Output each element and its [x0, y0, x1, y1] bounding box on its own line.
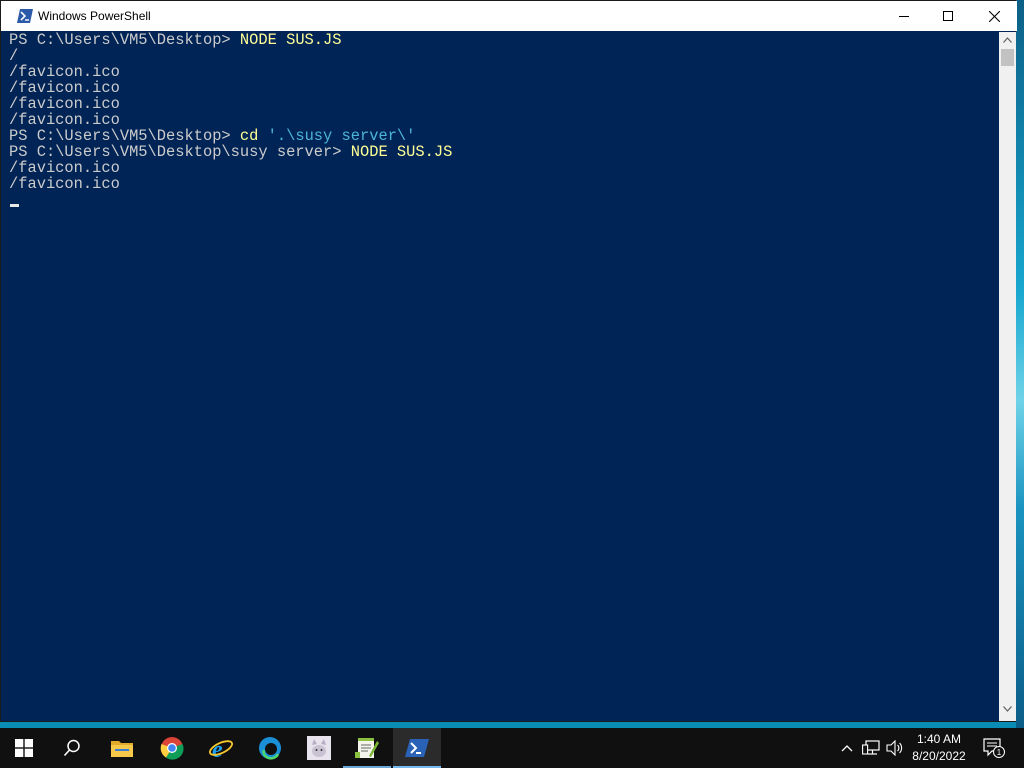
powershell-icon [17, 9, 33, 23]
taskbar: e 1:40 AM 8/20/2022 1 [0, 728, 1024, 768]
close-button[interactable] [971, 1, 1017, 31]
minimize-button[interactable] [881, 1, 927, 31]
speaker-icon [886, 740, 903, 756]
volume-button[interactable] [884, 728, 906, 768]
network-button[interactable] [860, 728, 882, 768]
cat-app-button[interactable] [295, 728, 343, 768]
notification-count: 1 [997, 748, 1002, 757]
powershell-button[interactable] [393, 728, 441, 768]
chrome-button[interactable] [148, 728, 196, 768]
console-line: / [9, 48, 997, 64]
desktop-background [1016, 0, 1024, 728]
start-button[interactable] [0, 728, 48, 768]
clock-time: 1:40 AM [916, 732, 962, 746]
command-text: NODE SUS.JS [350, 143, 453, 161]
console-line: PS C:\Users\VM5\Desktop> NODE SUS.JS [9, 32, 997, 48]
maximize-icon [943, 11, 953, 21]
console-line: PS C:\Users\VM5\Desktop\susy server> NOD… [9, 144, 997, 160]
minimize-icon [899, 16, 909, 17]
chevron-up-icon [841, 745, 853, 752]
svg-text:e: e [212, 737, 223, 760]
clock-date: 8/20/2022 [912, 749, 966, 763]
cat-icon [307, 736, 331, 760]
console-line: /favicon.ico [9, 64, 997, 80]
console-line: /favicon.ico [9, 176, 997, 192]
action-center-button[interactable]: 1 [980, 728, 1008, 768]
console-output[interactable]: PS C:\Users\VM5\Desktop> NODE SUS.JS //fa… [9, 32, 997, 721]
powershell-icon [405, 739, 429, 757]
text-cursor [10, 204, 19, 207]
edge-button[interactable] [246, 728, 294, 768]
scroll-down-icon[interactable] [1003, 706, 1012, 712]
search-button[interactable] [48, 728, 96, 768]
close-icon [988, 10, 1000, 22]
command-text: NODE SUS.JS [239, 32, 342, 49]
title-bar[interactable]: Windows PowerShell [1, 1, 1017, 31]
vertical-scrollbar[interactable] [999, 32, 1016, 721]
file-explorer-button[interactable] [98, 728, 146, 768]
powershell-window: Windows PowerShell PS C:\Users\VM5\Deskt… [0, 0, 1017, 722]
folder-icon [111, 741, 133, 757]
show-hidden-icons-button[interactable] [838, 728, 856, 768]
network-icon [862, 740, 880, 755]
internet-explorer-icon: e [209, 737, 233, 760]
edge-icon [259, 737, 281, 760]
output-text: /favicon.ico [9, 175, 120, 193]
console-line: /favicon.ico [9, 112, 997, 128]
windows-logo-icon [15, 739, 33, 757]
chrome-icon [160, 737, 184, 760]
console-line: /favicon.ico [9, 160, 997, 176]
scroll-up-icon[interactable] [1003, 37, 1012, 43]
clock[interactable]: 1:40 AM 8/20/2022 [905, 731, 973, 765]
notification-icon: 1 [983, 738, 1005, 758]
notepad-plus-icon [355, 738, 379, 758]
notepad-plus-button[interactable] [343, 728, 391, 768]
maximize-button[interactable] [925, 1, 971, 31]
scrollbar-thumb[interactable] [1001, 49, 1014, 66]
console-line: PS C:\Users\VM5\Desktop> cd '.\susy serv… [9, 128, 997, 144]
window-title: Windows PowerShell [38, 9, 151, 23]
search-icon [63, 739, 80, 757]
console-line: /favicon.ico [9, 80, 997, 96]
internet-explorer-button[interactable]: e [197, 728, 245, 768]
output-text: PS C:\Users\VM5\Desktop> [9, 32, 240, 49]
console-line: /favicon.ico [9, 96, 997, 112]
